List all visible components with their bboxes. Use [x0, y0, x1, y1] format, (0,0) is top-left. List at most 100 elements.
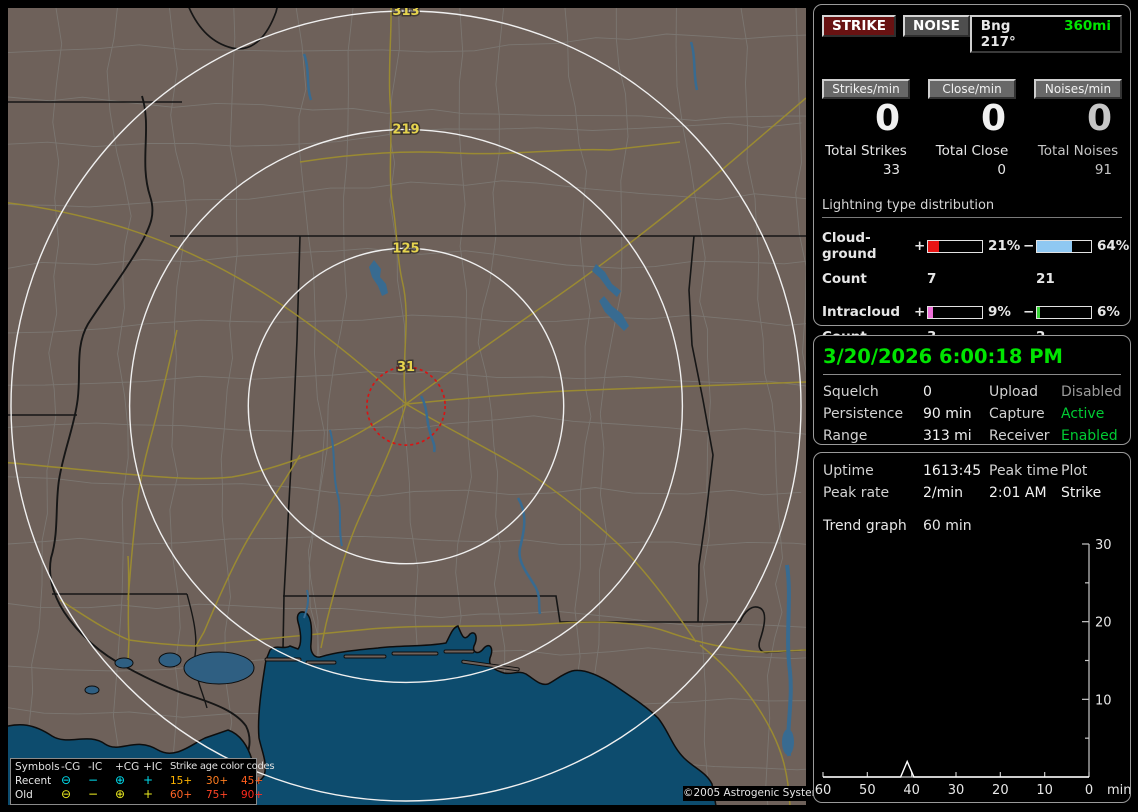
pos-cg-old-icon: ⊕: [115, 787, 126, 801]
map-legend: Symbols -CG -IC +CG +IC Strike age color…: [10, 758, 275, 805]
range-label: Range: [823, 428, 868, 444]
ring-label-31: 31: [397, 360, 415, 375]
cg-minus-pct: 64%: [1097, 238, 1130, 254]
legend-age-header: Strike age color codes: [170, 761, 275, 772]
cg-plus-bar: [927, 239, 983, 253]
squelch-value: 0: [923, 384, 932, 400]
trend-chart: 10 20 30 60 50 40 30 20 10 0 min: [815, 538, 1130, 798]
total-noises-value: 91: [1094, 162, 1112, 178]
legend-col-neg-ic: -IC: [88, 761, 103, 773]
age-45: 45+: [241, 775, 264, 787]
legend-row-old-label: Old: [15, 789, 33, 801]
strikes-column: Strikes/min 0 Total Strikes 33: [822, 79, 910, 178]
ic-plus-bar: [927, 305, 983, 319]
cloud-ground-count-row: Count 7 21: [822, 271, 1122, 287]
neg-ic-old-icon: −: [88, 787, 99, 801]
legend-symbols-header: Symbols: [15, 761, 60, 773]
intracloud-label: Intracloud: [822, 304, 901, 320]
strikes-per-min-value: 0: [874, 98, 900, 139]
ring-label-125: 125: [392, 241, 419, 256]
trend-panel: Uptime 1613:45 Peak time Plot Peak rate …: [813, 452, 1131, 803]
plus-sign: +: [914, 238, 926, 254]
plus-sign: +: [914, 304, 926, 320]
intracloud-row: Intracloud + 9% − 6%: [822, 304, 1122, 320]
nexstorm-window: 31 125 219 313 Symbols -CG -IC +CG +IC Stri…: [0, 0, 1138, 812]
total-noises-label: Total Noises: [1037, 143, 1119, 159]
pos-ic-recent-icon: +: [143, 773, 154, 787]
map-canvas: 31 125 219 313: [8, 8, 806, 805]
cg-minus-bar: [1036, 239, 1092, 253]
strikes-per-min-button[interactable]: Strikes/min: [822, 79, 910, 99]
upload-status: Disabled: [1061, 384, 1122, 400]
count-label: Count: [822, 271, 867, 287]
persistence-value: 90 min: [923, 406, 972, 422]
rate-counters: Strikes/min 0 Total Strikes 33 Close/min…: [822, 79, 1122, 178]
close-per-min-button[interactable]: Close/min: [928, 79, 1016, 99]
persistence-label: Persistence: [823, 406, 904, 422]
svg-text:10: 10: [1095, 693, 1112, 708]
noises-per-min-value: 0: [1086, 98, 1112, 139]
ic-plus-pct: 9%: [988, 304, 1011, 320]
age-90: 90+: [241, 789, 264, 801]
cg-minus-count: 21: [1036, 271, 1055, 287]
total-strikes-label: Total Strikes: [825, 143, 907, 159]
total-strikes-value: 33: [882, 162, 900, 178]
svg-text:10: 10: [1036, 783, 1053, 798]
cloud-ground-row: Cloud-ground + 21% − 64%: [822, 230, 1129, 262]
distribution-title: Lightning type distribution: [822, 198, 1122, 218]
strike-panel: STRIKE NOISE Bng 217° 360mi Strikes/min …: [813, 4, 1131, 345]
cg-plus-count: 7: [927, 271, 937, 287]
close-per-min-value: 0: [980, 98, 1006, 139]
minus-sign: −: [1023, 304, 1035, 320]
legend-col-pos-ic: +IC: [143, 761, 163, 773]
receiver-label: Receiver: [989, 428, 1050, 444]
noise-button[interactable]: NOISE: [903, 15, 970, 37]
squelch-label: Squelch: [823, 384, 879, 400]
bearing-range-display[interactable]: Bng 217° 360mi: [969, 15, 1122, 53]
svg-text:min: min: [1107, 783, 1130, 798]
age-30: 30+: [206, 775, 229, 787]
svg-text:20: 20: [992, 783, 1009, 798]
ic-minus-bar: [1036, 305, 1092, 319]
svg-text:50: 50: [859, 783, 876, 798]
svg-text:40: 40: [903, 783, 920, 798]
age-15: 15+: [170, 775, 193, 787]
total-close-label: Total Close: [935, 143, 1009, 159]
divider: [823, 374, 1121, 375]
pos-cg-recent-icon: ⊕: [115, 773, 126, 787]
lightning-map[interactable]: 31 125 219 313 Symbols -CG -IC +CG +IC Stri…: [8, 8, 828, 805]
lightning-distribution: Lightning type distribution Cloud-ground…: [822, 198, 1129, 345]
neg-ic-recent-icon: −: [88, 773, 99, 787]
range-value: 360mi: [1064, 18, 1111, 34]
bearing-value: Bng 217°: [980, 18, 1016, 50]
svg-text:20: 20: [1095, 616, 1112, 631]
svg-text:0: 0: [1085, 783, 1093, 798]
ring-label-313: 313: [392, 8, 419, 19]
total-close-value: 0: [997, 162, 1006, 178]
legend-col-neg-cg: -CG: [61, 761, 81, 773]
ic-minus-pct: 6%: [1097, 304, 1120, 320]
ring-label-219: 219: [392, 123, 419, 138]
status-panel: 3/20/2026 6:00:18 PM Squelch 0 Upload Di…: [813, 335, 1131, 445]
upload-label: Upload: [989, 384, 1039, 400]
range-setting-value: 313 mi: [923, 428, 972, 444]
capture-status: Active: [1061, 406, 1105, 422]
neg-cg-recent-icon: ⊖: [61, 773, 72, 787]
age-75: 75+: [206, 789, 229, 801]
noises-column: Noises/min 0 Total Noises 91: [1034, 79, 1122, 178]
neg-cg-old-icon: ⊖: [61, 787, 72, 801]
legend-row-recent-label: Recent: [15, 775, 52, 787]
legend-col-pos-cg: +CG: [115, 761, 140, 773]
copyright-notice: ©2005 Astrogenic Systems: [683, 786, 828, 801]
svg-text:30: 30: [1095, 538, 1112, 553]
minus-sign: −: [1023, 238, 1035, 254]
svg-text:60: 60: [815, 783, 832, 798]
mode-toolbar: STRIKE NOISE Bng 217° 360mi: [822, 15, 1122, 53]
datetime-display: 3/20/2026 6:00:18 PM: [823, 345, 1063, 368]
close-column: Close/min 0 Total Close 0: [928, 79, 1016, 178]
svg-text:30: 30: [948, 783, 965, 798]
strike-button[interactable]: STRIKE: [822, 15, 897, 37]
noises-per-min-button[interactable]: Noises/min: [1034, 79, 1122, 99]
age-60: 60+: [170, 789, 193, 801]
receiver-status: Enabled: [1061, 428, 1118, 444]
